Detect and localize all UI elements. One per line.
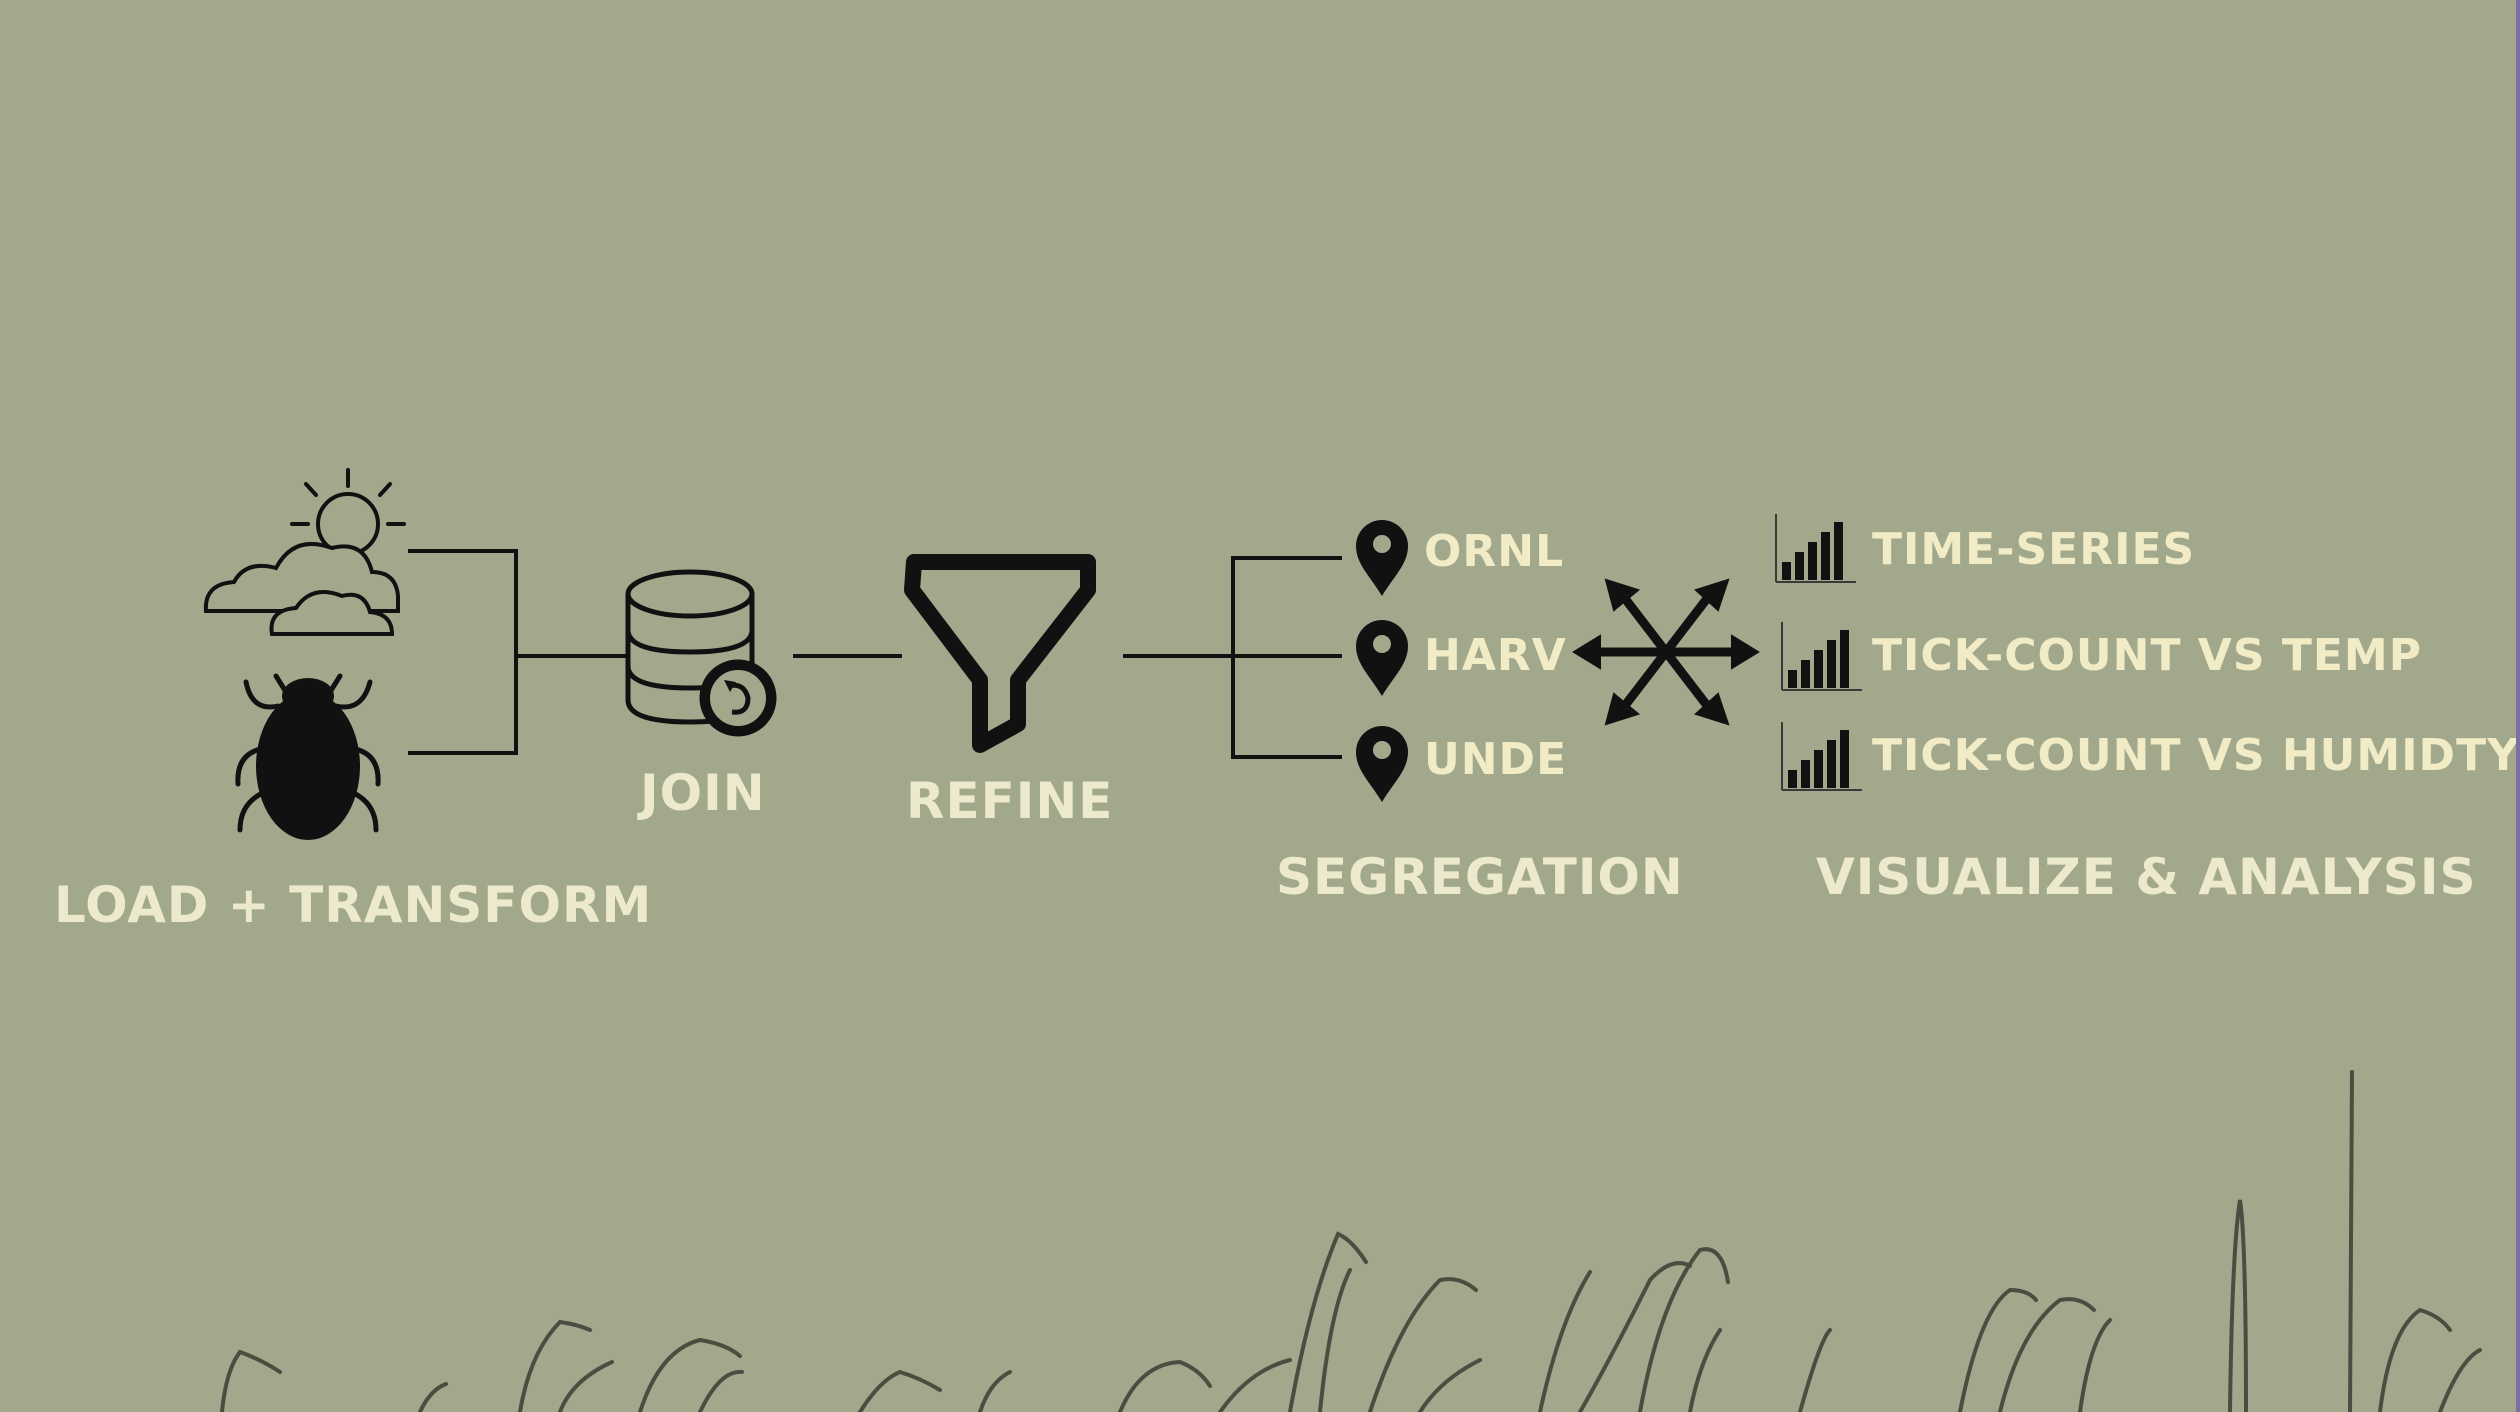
stage-label-join: JOIN bbox=[640, 764, 766, 822]
location-pin-icon bbox=[1356, 520, 1408, 596]
connector-lines bbox=[408, 549, 1342, 759]
location-pin-icon bbox=[1356, 726, 1408, 802]
database-icon bbox=[625, 569, 777, 737]
bar-chart-icon bbox=[1781, 622, 1862, 691]
location-pin-icons bbox=[1356, 520, 1408, 802]
diagram-canvas bbox=[203, 468, 2482, 1412]
expand-arrows-icon bbox=[1572, 578, 1760, 726]
stage-label-segregation: SEGREGATION bbox=[1276, 848, 1684, 906]
output-label-tick-count-vs-temp: TICK-COUNT VS TEMP bbox=[1872, 630, 2422, 681]
stage-label-load: LOAD + TRANSFORM bbox=[54, 876, 653, 934]
output-label-tick-count-vs-humidity: TICK-COUNT VS HUMIDTY bbox=[1872, 730, 2520, 781]
stage-label-visualize: VISUALIZE & ANALYSIS bbox=[1816, 848, 2477, 906]
tick-icon bbox=[235, 673, 381, 840]
stage-label-refine: REFINE bbox=[906, 772, 1114, 830]
bar-chart-icons bbox=[1775, 514, 1862, 791]
location-pin-icon bbox=[1356, 620, 1408, 696]
site-label-unde: UNDE bbox=[1424, 734, 1568, 785]
filter-icon bbox=[904, 554, 1096, 753]
output-label-time-series: TIME-SERIES bbox=[1872, 524, 2196, 575]
site-label-ornl: ORNL bbox=[1424, 526, 1565, 577]
load-bracket-line bbox=[408, 549, 518, 755]
grass-silhouette bbox=[220, 1070, 2482, 1412]
right-edge-border bbox=[2516, 0, 2520, 1412]
bar-chart-icon bbox=[1781, 722, 1862, 791]
weather-icon bbox=[203, 468, 406, 636]
bar-chart-icon bbox=[1775, 514, 1856, 583]
site-label-harv: HARV bbox=[1424, 630, 1567, 681]
pipeline-diagram: LOAD + TRANSFORM JOIN REFINE SEGREGATION… bbox=[0, 0, 2520, 1412]
